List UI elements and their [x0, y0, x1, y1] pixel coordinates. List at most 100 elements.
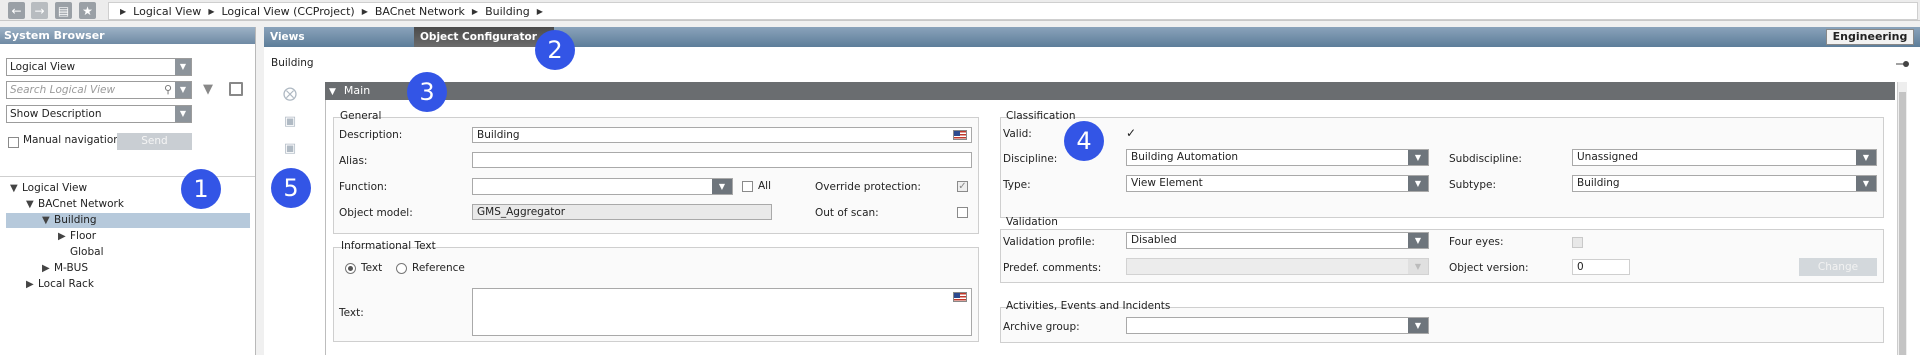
breadcrumb-item[interactable]: BACnet Network [375, 5, 465, 18]
tree-item[interactable]: ▶ Local Rack [26, 277, 94, 292]
tree-item[interactable]: ▼ Logical View [10, 181, 87, 196]
description-select[interactable]: Show Description ▼ [6, 105, 192, 123]
override-protection-checkbox[interactable]: ✓ [957, 181, 968, 192]
tree-item-selected[interactable]: ▼ Building [6, 213, 250, 228]
tree-item[interactable]: ▶ M-BUS [42, 261, 88, 276]
out-of-scan-checkbox[interactable] [957, 207, 968, 218]
general-title: General [340, 110, 382, 122]
change-button[interactable]: Change [1799, 258, 1877, 276]
alias-field[interactable] [472, 152, 972, 168]
callout-marker-3: 3 [407, 72, 447, 112]
history-icon[interactable]: ▤ [55, 2, 72, 19]
classification-title: Classification [1006, 110, 1076, 122]
callout-marker-5: 5 [271, 168, 311, 208]
subdiscipline-value: Unassigned [1577, 151, 1639, 163]
predef-comments-select: ▼ [1126, 258, 1429, 275]
reference-radio[interactable] [396, 263, 407, 274]
main-section-title: Main [343, 84, 371, 97]
chevron-down-icon: ▼ [1408, 150, 1428, 165]
engineering-button[interactable]: Engineering [1826, 29, 1914, 45]
view-select[interactable]: Logical View ▼ [6, 58, 192, 76]
language-flag-icon[interactable] [953, 130, 967, 140]
filter-icon[interactable]: ▼ [203, 83, 217, 96]
chevron-down-icon: ▼ [175, 59, 191, 75]
search-input[interactable]: Search Logical View ⚲ ▼ [6, 81, 192, 99]
manual-navigation-checkbox[interactable] [8, 137, 19, 148]
manual-navigation-label: Manual navigation [23, 134, 120, 146]
collapsed-triangle-icon: ▶ [58, 231, 66, 242]
star-icon[interactable]: ★ [79, 2, 96, 19]
callout-marker-4: 4 [1064, 121, 1104, 161]
breadcrumb-item[interactable]: Building [485, 5, 530, 18]
send-button[interactable]: Send [117, 133, 192, 150]
breadcrumb-item[interactable]: Logical View [133, 5, 201, 18]
cancel-icon[interactable]: ⨂ [282, 86, 298, 102]
system-browser-title: System Browser [0, 27, 255, 44]
chevron-down-icon: ▼ [175, 106, 191, 122]
tree-item-label: Logical View [22, 182, 88, 194]
informational-text-title: Informational Text [341, 240, 436, 252]
scrollbar-thumb[interactable] [1899, 92, 1906, 355]
description-field[interactable]: Building [472, 127, 972, 143]
out-of-scan-label: Out of scan: [815, 207, 879, 219]
save-icon[interactable] [229, 82, 243, 96]
description-value: Building [477, 129, 520, 141]
tab-object-configurator[interactable]: Object Configurator [414, 27, 554, 47]
save-icon[interactable]: ▣ [282, 114, 298, 130]
function-select[interactable]: ▼ [472, 178, 733, 195]
tab-bar: Views Object Configurator Engineering [264, 27, 1920, 47]
subdiscipline-select[interactable]: Unassigned ▼ [1572, 149, 1877, 166]
tree-item-label: Building [54, 214, 97, 226]
informational-text-area[interactable] [472, 288, 972, 336]
chevron-down-icon: ▼ [1408, 233, 1428, 248]
tree-item-label: Local Rack [38, 278, 94, 290]
search-icon[interactable]: ⚲ [164, 82, 172, 98]
all-label: All [758, 180, 772, 192]
arrow-right-icon[interactable]: → [31, 2, 48, 19]
all-checkbox[interactable] [742, 181, 753, 192]
breadcrumb-item[interactable]: Logical View (CCProject) [221, 5, 354, 18]
text-radio[interactable] [345, 263, 356, 274]
breadcrumb: ▶ Logical View ▶ Logical View (CCProject… [108, 2, 1918, 20]
type-select[interactable]: View Element ▼ [1126, 175, 1429, 192]
validation-profile-select[interactable]: Disabled ▼ [1126, 232, 1429, 249]
object-model-value: GMS_Aggregator [477, 206, 566, 218]
pin-icon[interactable] [1896, 60, 1910, 68]
predef-comments-label: Predef. comments: [1003, 262, 1102, 274]
discipline-label: Discipline: [1003, 153, 1058, 165]
text-label: Text: [339, 307, 364, 319]
valid-checkmark-icon[interactable]: ✓ [1126, 126, 1136, 140]
tree-item[interactable]: ▶ Floor [58, 229, 96, 244]
description-select-value: Show Description [10, 108, 102, 120]
language-flag-icon[interactable] [953, 292, 967, 302]
expanded-triangle-icon: ▼ [26, 199, 34, 210]
collapsed-triangle-icon: ▶ [26, 279, 34, 290]
tree-item[interactable]: Global [58, 245, 104, 260]
collapsed-triangle-icon: ▶ [42, 263, 50, 274]
archive-group-select[interactable]: ▼ [1126, 317, 1429, 334]
tree-item-label: M-BUS [54, 262, 89, 274]
object-version-label: Object version: [1449, 262, 1529, 274]
validation-profile-value: Disabled [1131, 234, 1177, 246]
collapse-triangle-icon: ▼ [329, 87, 336, 97]
reference-radio-label: Reference [412, 262, 465, 274]
description-label: Description: [339, 129, 403, 141]
tree-item-label: Floor [70, 230, 97, 242]
main-section-header[interactable]: ▼ Main [325, 82, 1895, 100]
chevron-down-icon: ▼ [1408, 259, 1428, 274]
save-all-icon[interactable]: ▣ [282, 141, 298, 157]
subtype-label: Subtype: [1449, 179, 1496, 191]
discipline-select[interactable]: Building Automation ▼ [1126, 149, 1429, 166]
chevron-right-icon: ▶ [208, 6, 215, 16]
vertical-scrollbar[interactable] [1897, 82, 1907, 355]
tree-item-label: Global [70, 246, 104, 258]
chevron-down-icon: ▼ [1856, 150, 1876, 165]
subtype-select[interactable]: Building ▼ [1572, 175, 1877, 192]
validation-profile-label: Validation profile: [1003, 236, 1095, 248]
expanded-triangle-icon: ▼ [10, 183, 18, 194]
tree-item[interactable]: ▼ BACnet Network [26, 197, 124, 212]
view-select-value: Logical View [10, 61, 76, 73]
tab-views[interactable]: Views [264, 27, 414, 47]
override-protection-label: Override protection: [815, 181, 921, 193]
arrow-left-icon[interactable]: ← [8, 2, 25, 19]
